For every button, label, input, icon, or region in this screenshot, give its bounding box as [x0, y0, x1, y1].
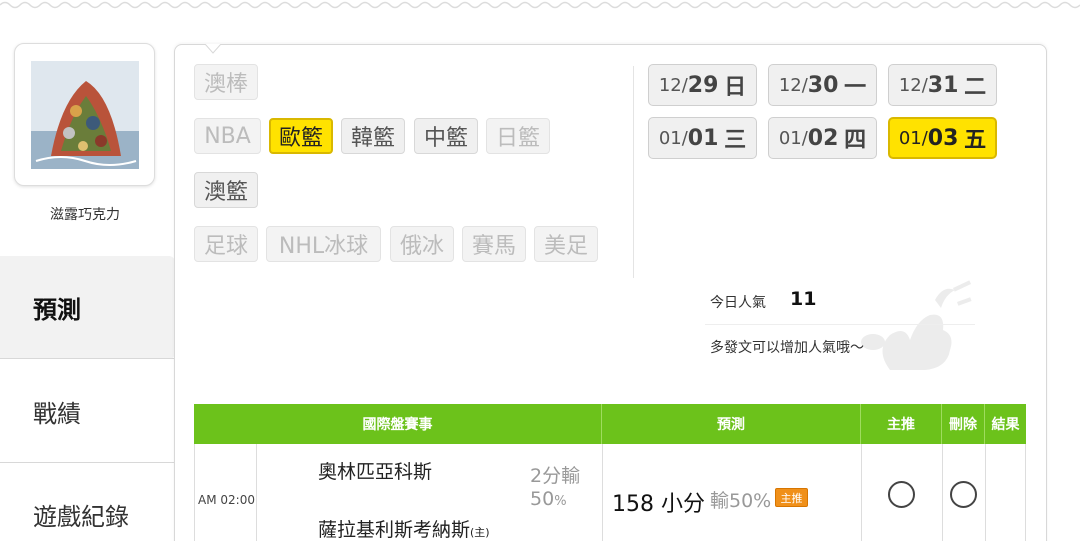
spread-result: 2分輸: [530, 465, 581, 487]
panel-divider: [633, 66, 634, 278]
popularity-divider: [705, 324, 975, 325]
date-month: 01/: [778, 127, 808, 149]
popularity-label: 今日人氣: [710, 295, 766, 311]
panel-pointer: [205, 44, 221, 54]
date-month: 01/: [898, 127, 928, 149]
home-team: 薩拉基利斯考納斯(主): [318, 515, 490, 541]
date-weekday: 四: [844, 128, 867, 153]
column-header-main: 主推: [861, 404, 942, 444]
column-divider: [942, 444, 943, 541]
column-divider: [985, 444, 986, 541]
date-day: 03: [927, 125, 959, 151]
date-month: 01/: [658, 127, 688, 149]
date-month: 12/: [658, 74, 688, 96]
date-weekday: 五: [964, 128, 987, 153]
date-button-1230[interactable]: 12/30 一: [768, 64, 877, 106]
main-pick-radio[interactable]: [888, 481, 915, 508]
mascot-illustration: [861, 280, 972, 370]
date-day: 02: [807, 125, 839, 151]
nav-item-record[interactable]: 戰績: [0, 360, 175, 463]
popularity-count: 11: [790, 288, 817, 310]
spread-percentage-value: 50: [530, 488, 555, 510]
date-weekday: 三: [724, 128, 747, 153]
column-header-delete: 刪除: [942, 404, 985, 444]
category-tag-aus-baseball[interactable]: 澳棒: [194, 64, 258, 100]
category-tag-soccer[interactable]: 足球: [194, 226, 258, 262]
date-day: 30: [807, 72, 839, 98]
nav-divider: [0, 358, 175, 359]
category-tag-american-football[interactable]: 美足: [534, 226, 598, 262]
category-tag-horse-racing[interactable]: 賽馬: [462, 226, 526, 262]
spread-percentage-unit: %: [554, 494, 567, 509]
home-marker: (主): [470, 526, 490, 539]
date-button-0103[interactable]: 01/03 五: [888, 117, 997, 159]
column-header-result: 結果: [991, 417, 1020, 433]
column-divider: [256, 444, 257, 541]
date-day: 01: [687, 125, 719, 151]
avatar-card[interactable]: [14, 43, 155, 186]
column-divider: [861, 444, 862, 541]
category-tag-aus-basketball[interactable]: 澳籃: [194, 172, 258, 208]
date-button-1231[interactable]: 12/31 二: [888, 64, 997, 106]
popularity-hint: 多發文可以增加人氣哦～: [710, 340, 864, 356]
nav-item-game-history[interactable]: 遊戲紀錄: [0, 463, 175, 541]
main-pick-badge: 主推: [775, 488, 808, 507]
column-header-predict: 預測: [602, 404, 861, 444]
date-month: 12/: [898, 74, 928, 96]
nav-item-predict[interactable]: 預測: [0, 256, 175, 359]
date-weekday: 一: [844, 75, 867, 100]
prediction-pick: 158 小分: [612, 492, 705, 517]
date-day: 29: [687, 72, 719, 98]
category-tag-euro-basketball[interactable]: 歐籃: [269, 118, 333, 154]
date-weekday: 二: [964, 75, 987, 100]
column-header-match: 國際盤賽事: [194, 404, 602, 444]
date-button-1229[interactable]: 12/29 日: [648, 64, 757, 106]
date-day: 31: [927, 72, 959, 98]
delete-radio[interactable]: [950, 481, 977, 508]
spread-percentage: 50%: [530, 488, 567, 510]
category-tag-korea-basketball[interactable]: 韓籃: [341, 118, 405, 154]
category-tag-china-basketball[interactable]: 中籃: [414, 118, 478, 154]
date-button-0102[interactable]: 01/02 四: [768, 117, 877, 159]
home-team-name: 薩拉基利斯考納斯: [318, 519, 471, 541]
prediction-odds: 輸50%: [710, 490, 772, 512]
date-weekday: 日: [724, 75, 747, 100]
category-tag-japan-basketball[interactable]: 日籃: [486, 118, 550, 154]
username: 滋露巧克力: [50, 207, 120, 223]
table-header: 國際盤賽事 預測 主推 刪除 結果: [194, 404, 1026, 444]
avatar: [31, 61, 139, 169]
category-tag-nhl[interactable]: NHL冰球: [266, 226, 381, 262]
date-button-0101[interactable]: 01/01 三: [648, 117, 757, 159]
category-tag-nba[interactable]: NBA: [194, 118, 261, 154]
match-time: AM 02:00: [198, 493, 255, 507]
away-team: 奧林匹亞科斯: [318, 461, 433, 483]
sidebar: 滋露巧克力 預測 戰績 遊戲紀錄: [0, 0, 175, 541]
date-month: 12/: [778, 74, 808, 96]
category-tag-russia-hockey[interactable]: 俄冰: [390, 226, 454, 262]
column-divider: [602, 444, 603, 541]
